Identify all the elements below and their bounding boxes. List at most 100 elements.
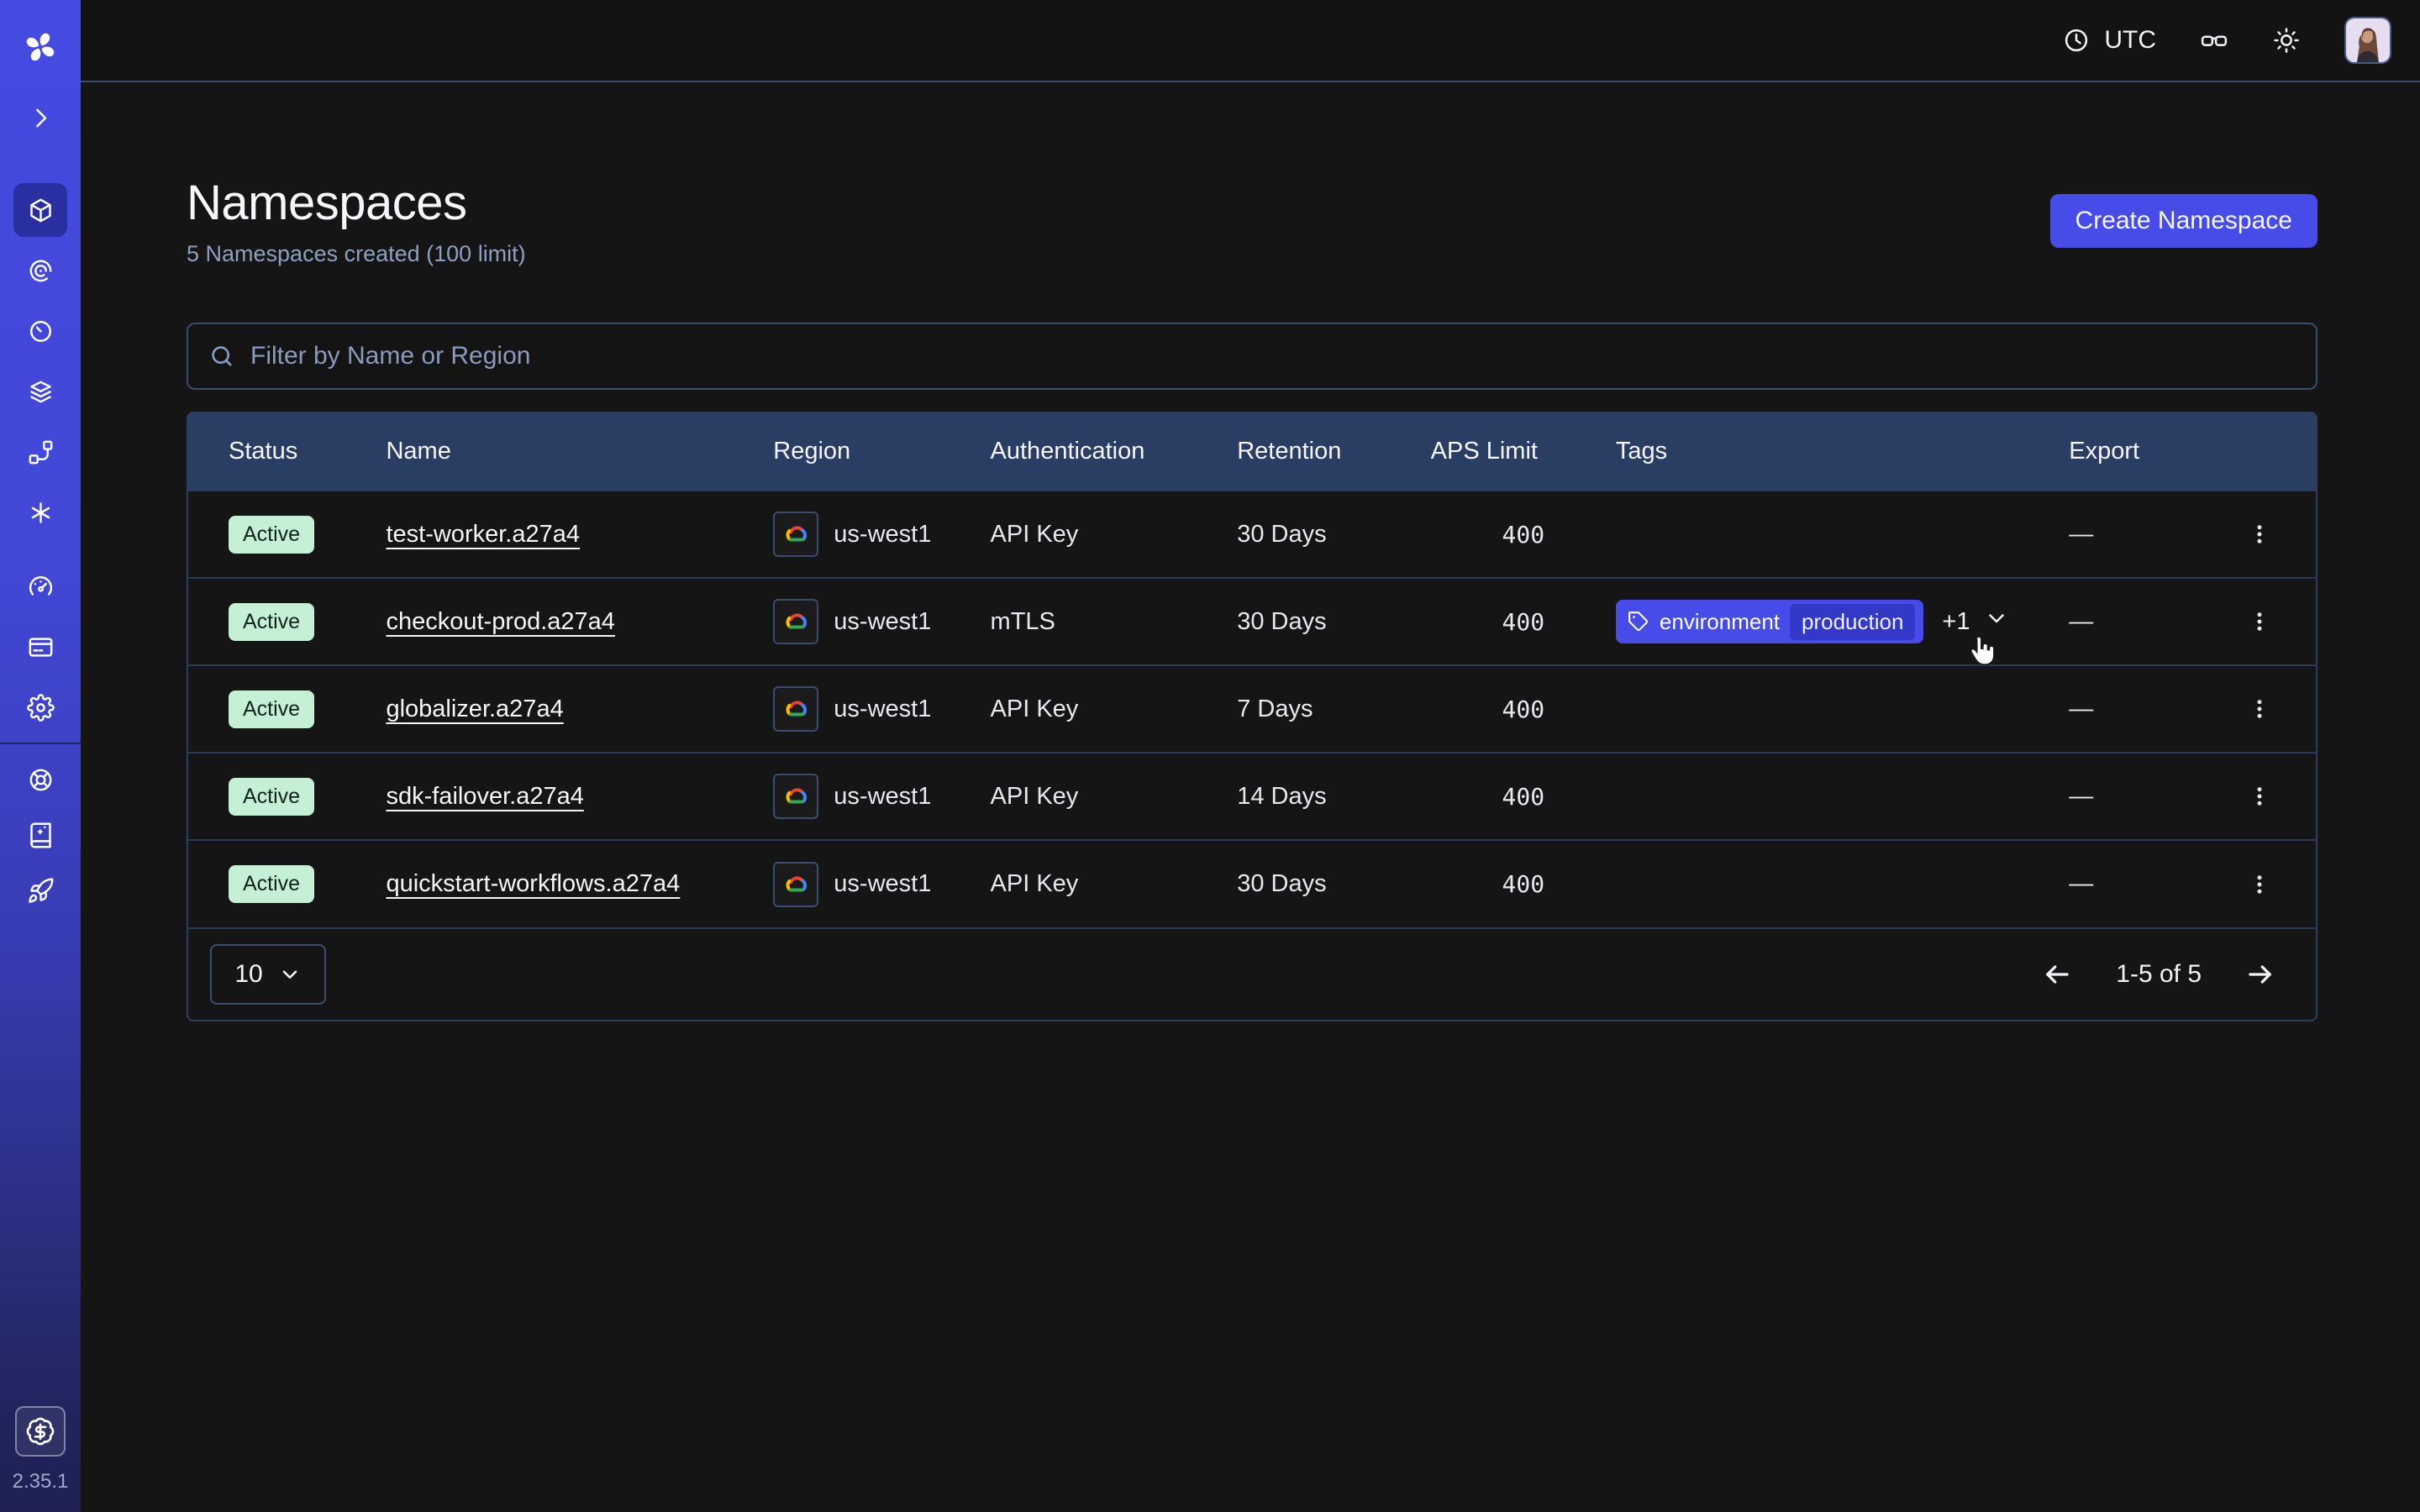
filter-input[interactable]	[250, 342, 2296, 370]
labs-glasses-icon[interactable]	[2200, 26, 2228, 55]
tags-more-count[interactable]: +1	[1942, 608, 1970, 636]
region-label: us-west1	[834, 783, 931, 811]
gcp-cloud-icon	[773, 512, 818, 557]
col-name: Name	[386, 413, 773, 491]
table-header-row: Status Name Region Authentication Retent…	[188, 413, 2316, 491]
export-value: —	[2069, 840, 2239, 927]
aps-value: 400	[1431, 578, 1616, 665]
retention-value: 30 Days	[1237, 840, 1430, 927]
topbar: UTC	[0, 0, 2420, 82]
next-page-button[interactable]	[2242, 956, 2279, 993]
retention-value: 7 Days	[1237, 665, 1430, 753]
status-badge: Active	[229, 603, 314, 641]
sidebar-item-workflows[interactable]	[13, 244, 67, 297]
sidebar-item-batch-operations[interactable]	[13, 486, 67, 539]
namespace-link[interactable]: sdk-failover.a27a4	[386, 783, 583, 810]
page-subtitle: 5 Namespaces created (100 limit)	[187, 241, 526, 267]
sidebar-item-usage[interactable]	[13, 559, 67, 613]
gcp-cloud-icon	[773, 599, 818, 644]
timezone-button[interactable]: UTC	[2062, 26, 2156, 55]
table-row: Active globalizer.a27a4 us-west1 API Key…	[188, 665, 2316, 753]
app-version: 2.35.1	[13, 1470, 69, 1494]
row-menu-kebab-icon[interactable]	[2239, 601, 2280, 642]
aps-value: 400	[1431, 753, 1616, 840]
sidebar-item-docs[interactable]	[13, 808, 67, 862]
filter-bar	[187, 323, 2317, 390]
tags-cell: environment production +1	[1616, 600, 2069, 643]
arrow-left-icon	[2042, 959, 2072, 990]
arrow-right-icon	[2245, 959, 2275, 990]
region-label: us-west1	[834, 608, 931, 636]
region-label: us-west1	[834, 521, 931, 549]
credits-badge-dollar-icon[interactable]	[15, 1406, 66, 1457]
tag-value: production	[1790, 604, 1915, 640]
col-aps-limit: APS Limit	[1431, 413, 1616, 491]
sidebar-item-support[interactable]	[13, 753, 67, 806]
sidebar-item-namespaces[interactable]	[13, 183, 67, 237]
sidebar-item-schedules[interactable]	[13, 304, 67, 358]
table-row: Active sdk-failover.a27a4 us-west1 API K…	[188, 753, 2316, 840]
auth-value: API Key	[991, 840, 1238, 927]
auth-value: API Key	[991, 753, 1238, 840]
create-namespace-button[interactable]: Create Namespace	[2050, 194, 2317, 248]
namespace-link[interactable]: quickstart-workflows.a27a4	[386, 870, 680, 897]
col-status: Status	[188, 413, 386, 491]
gcp-cloud-icon	[773, 862, 818, 907]
status-badge: Active	[229, 516, 314, 554]
page-title: Namespaces	[187, 175, 526, 231]
pagination-range: 1-5 of 5	[2116, 960, 2202, 989]
previous-page-button[interactable]	[2039, 956, 2075, 993]
row-menu-kebab-icon[interactable]	[2239, 689, 2280, 729]
sidebar-item-getting-started[interactable]	[13, 864, 67, 917]
aps-value: 400	[1431, 491, 1616, 578]
sidebar-expand-chevron-icon[interactable]	[13, 99, 67, 136]
status-badge: Active	[229, 690, 314, 728]
page-size-select[interactable]: 10	[210, 944, 326, 1005]
export-value: —	[2069, 665, 2239, 753]
sidebar: 2.35.1	[0, 0, 81, 1512]
page-header: Namespaces 5 Namespaces created (100 lim…	[187, 175, 2317, 267]
gcp-cloud-icon	[773, 774, 818, 819]
temporal-logo[interactable]	[13, 20, 67, 74]
tag-icon	[1628, 611, 1649, 633]
sidebar-item-settings[interactable]	[13, 680, 67, 734]
timezone-label: UTC	[2104, 26, 2156, 55]
table-row: Active test-worker.a27a4 us-west1 API Ke…	[188, 491, 2316, 578]
auth-value: API Key	[991, 491, 1238, 578]
namespace-link[interactable]: globalizer.a27a4	[386, 696, 563, 722]
auth-value: API Key	[991, 665, 1238, 753]
region-label: us-west1	[834, 870, 931, 898]
table-row: Active checkout-prod.a27a4 us-west1 mTLS…	[188, 578, 2316, 665]
table-row: Active quickstart-workflows.a27a4 us-wes…	[188, 840, 2316, 927]
row-menu-kebab-icon[interactable]	[2239, 776, 2280, 816]
sidebar-item-billing[interactable]	[13, 620, 67, 674]
chevron-down-icon	[278, 963, 302, 986]
tags-expand-chevron-icon[interactable]	[1984, 606, 2009, 638]
sidebar-item-nexus[interactable]	[13, 425, 67, 479]
region-label: us-west1	[834, 696, 931, 723]
tag-badge[interactable]: environment production	[1616, 600, 1924, 643]
status-badge: Active	[229, 865, 314, 903]
namespace-link[interactable]: checkout-prod.a27a4	[386, 608, 614, 635]
col-retention: Retention	[1237, 413, 1430, 491]
row-menu-kebab-icon[interactable]	[2239, 514, 2280, 554]
row-menu-kebab-icon[interactable]	[2239, 864, 2280, 905]
col-tags: Tags	[1616, 413, 2069, 491]
user-avatar[interactable]	[2344, 17, 2391, 64]
auth-value: mTLS	[991, 578, 1238, 665]
pagination-bar: 10 1-5 of 5	[188, 927, 2316, 1020]
gcp-cloud-icon	[773, 686, 818, 732]
sidebar-item-deployments[interactable]	[13, 365, 67, 418]
col-region: Region	[773, 413, 990, 491]
theme-sun-icon[interactable]	[2272, 26, 2301, 55]
retention-value: 14 Days	[1237, 753, 1430, 840]
namespace-link[interactable]: test-worker.a27a4	[386, 521, 580, 548]
export-value: —	[2069, 491, 2239, 578]
aps-value: 400	[1431, 840, 1616, 927]
sidebar-divider	[0, 743, 81, 744]
export-value: —	[2069, 578, 2239, 665]
tag-key: environment	[1660, 609, 1780, 635]
namespaces-table: Status Name Region Authentication Retent…	[187, 412, 2317, 1021]
retention-value: 30 Days	[1237, 578, 1430, 665]
aps-value: 400	[1431, 665, 1616, 753]
